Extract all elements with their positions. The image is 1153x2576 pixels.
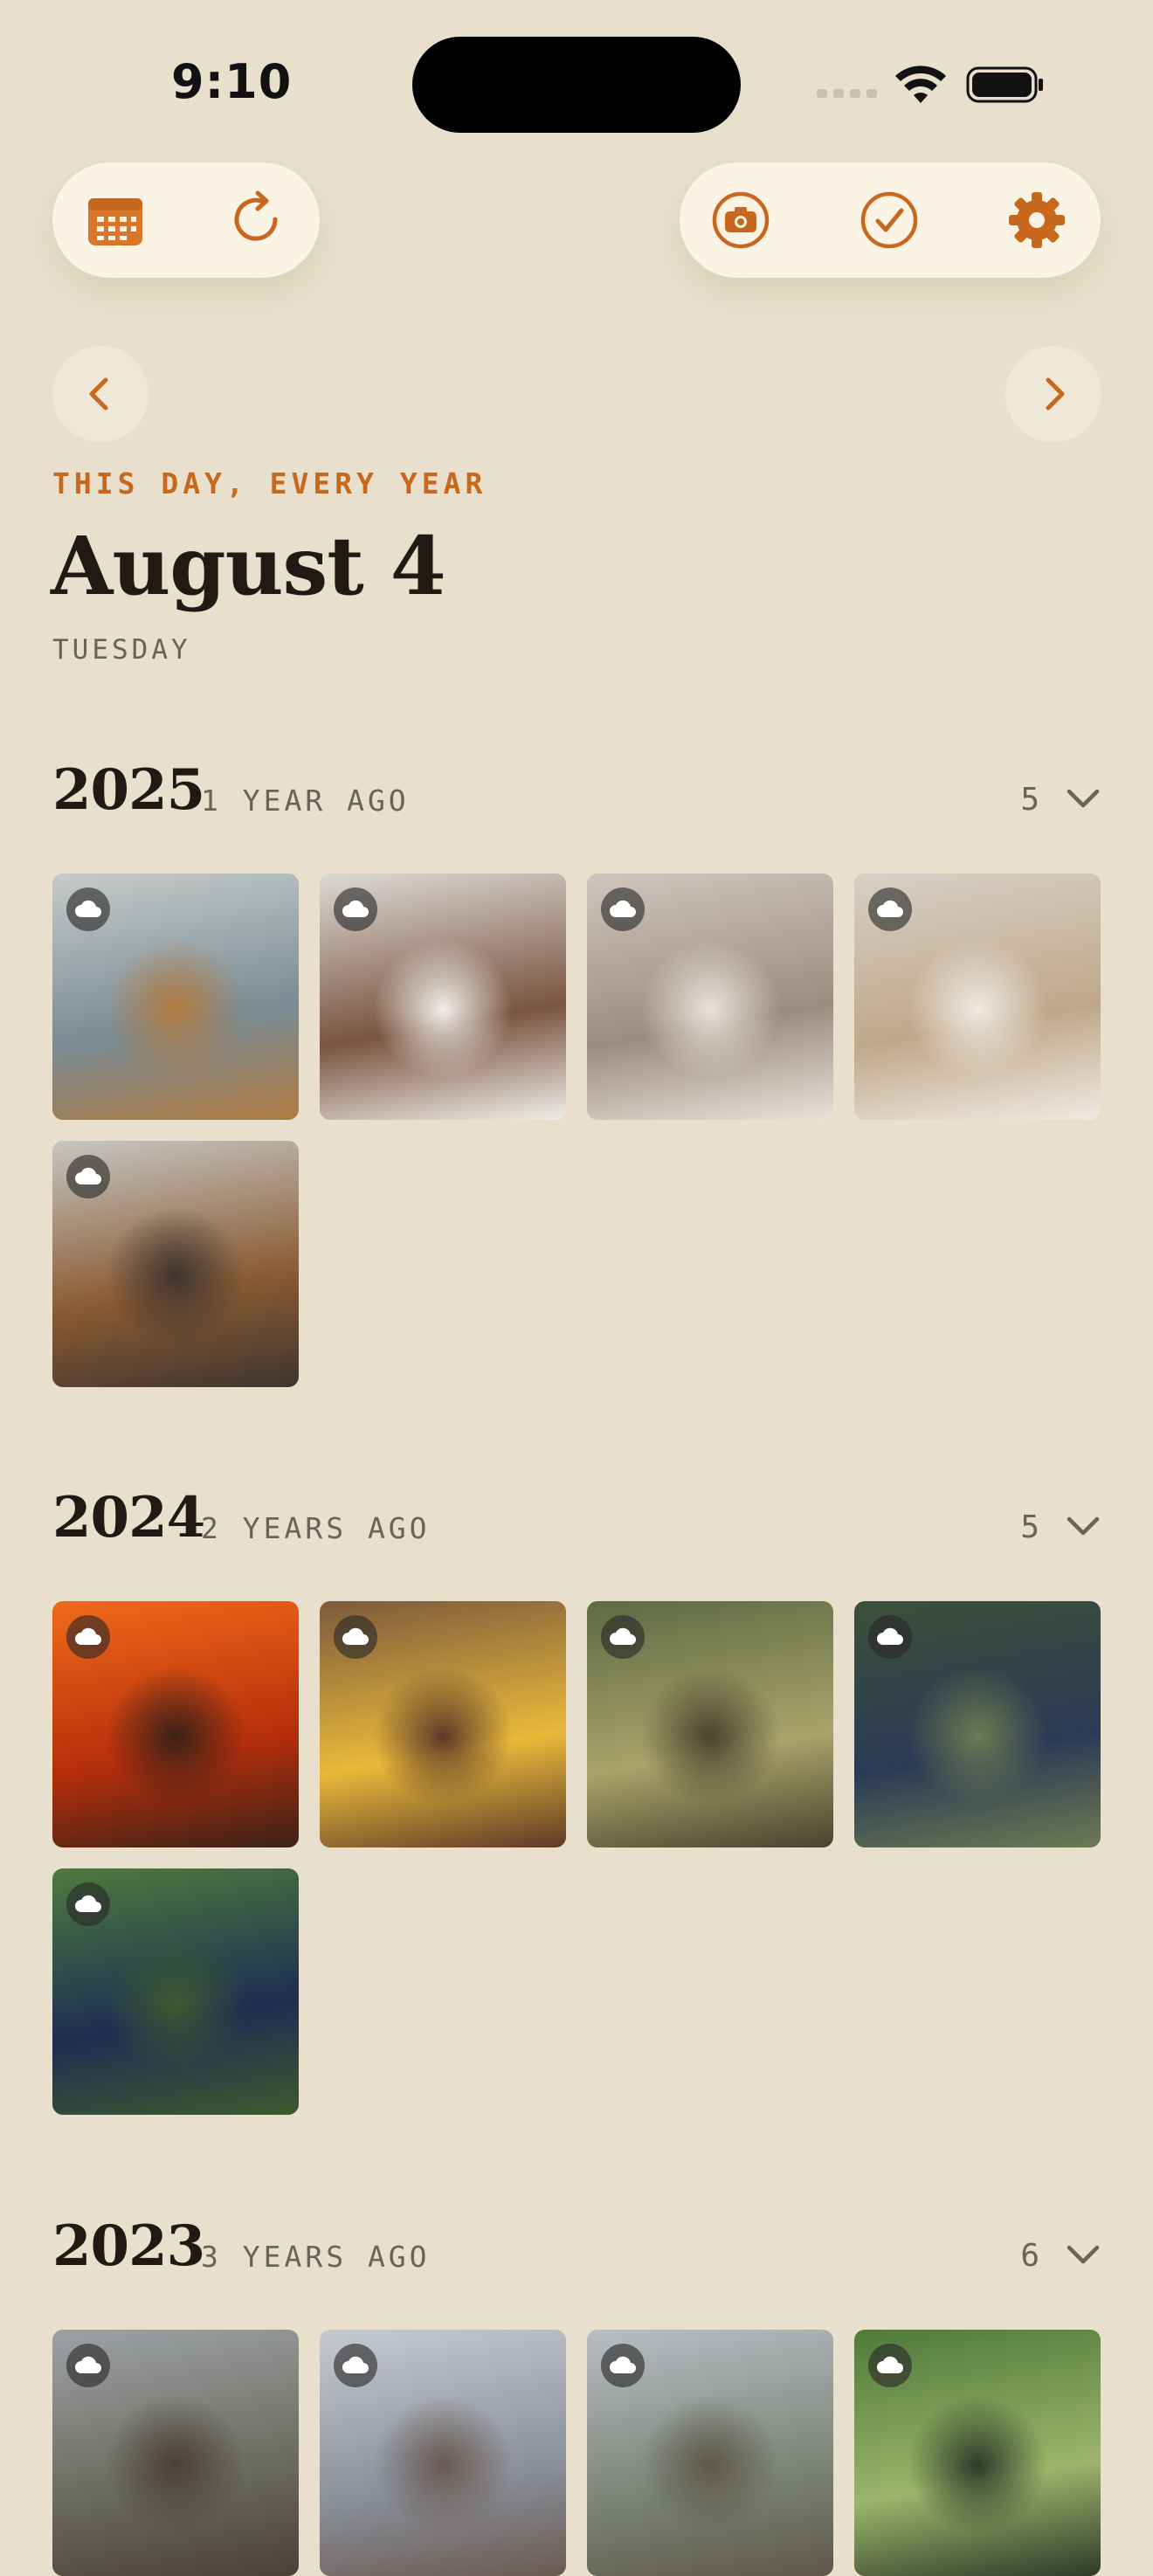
next-day-button[interactable] (1005, 346, 1101, 442)
cloud-icon (66, 1882, 110, 1926)
photo-thumbnail[interactable] (52, 874, 299, 1120)
camera-button[interactable] (709, 189, 772, 252)
photo-thumbnail[interactable] (320, 1601, 566, 1847)
cellular-signal-icon (817, 89, 877, 98)
dynamic-island (412, 37, 741, 133)
calendar-icon (88, 198, 142, 245)
section-eyebrow: THIS DAY, EVERY YEAR (52, 466, 487, 501)
year-ago-label: 3 YEARS AGO (201, 2240, 431, 2274)
photo-thumbnail[interactable] (52, 1868, 299, 2115)
toolbar-left-group (52, 162, 320, 278)
calendar-button[interactable] (84, 189, 147, 252)
cloud-icon (334, 887, 377, 931)
year-header-2024[interactable]: 2024 2 YEARS AGO 5 (52, 1485, 1101, 1557)
photo-thumbnail[interactable] (587, 2330, 833, 2576)
photo-count: 5 (1020, 782, 1039, 818)
cloud-icon (868, 2344, 912, 2387)
cloud-icon (868, 1615, 912, 1659)
year-ago-label: 2 YEARS AGO (201, 1511, 431, 1545)
year-number: 2023 (52, 2213, 205, 2279)
battery-icon (966, 66, 1043, 103)
wifi-icon (895, 66, 946, 103)
photo-thumbnail[interactable] (587, 874, 833, 1120)
settings-button[interactable] (1005, 189, 1068, 252)
weekday-label: TUESDAY (52, 634, 191, 666)
photo-thumbnail[interactable] (854, 1601, 1101, 1847)
photo-thumbnail[interactable] (587, 1601, 833, 1847)
status-time: 9:10 (171, 54, 293, 109)
checkmark-circle-icon (860, 191, 918, 249)
year-number: 2025 (52, 757, 205, 823)
previous-day-button[interactable] (52, 346, 148, 442)
cloud-icon (334, 1615, 377, 1659)
photo-thumbnail[interactable] (52, 1601, 299, 1847)
photo-thumbnail[interactable] (854, 874, 1101, 1120)
chevron-down-icon[interactable] (1066, 781, 1101, 816)
photo-count: 6 (1020, 2238, 1039, 2274)
year-header-2025[interactable]: 2025 1 YEAR AGO 5 (52, 757, 1101, 830)
refresh-icon (234, 190, 278, 241)
cloud-icon (66, 1155, 110, 1198)
checkmark-button[interactable] (858, 189, 921, 252)
chevron-right-icon (1046, 377, 1065, 411)
cloud-icon (66, 1615, 110, 1659)
gear-icon (1009, 192, 1065, 248)
page-title: August 4 (51, 519, 446, 613)
chevron-left-icon (89, 377, 108, 411)
photo-thumbnail[interactable] (854, 2330, 1101, 2576)
year-ago-label: 1 YEAR AGO (201, 784, 410, 818)
photo-count: 5 (1020, 1509, 1039, 1545)
cloud-icon (66, 887, 110, 931)
cloud-icon (334, 2344, 377, 2387)
cloud-icon (66, 2344, 110, 2387)
toolbar-right-group (680, 162, 1101, 278)
chevron-down-icon[interactable] (1066, 2237, 1101, 2272)
cloud-icon (601, 1615, 645, 1659)
chevron-down-icon[interactable] (1066, 1509, 1101, 1544)
year-number: 2024 (52, 1485, 205, 1550)
cloud-icon (868, 887, 912, 931)
camera-icon (712, 191, 770, 249)
year-header-2023[interactable]: 2023 3 YEARS AGO 6 (52, 2213, 1101, 2286)
photo-thumbnail[interactable] (320, 2330, 566, 2576)
photo-thumbnail[interactable] (52, 1141, 299, 1387)
photo-thumbnail[interactable] (52, 2330, 299, 2576)
cloud-icon (601, 887, 645, 931)
cloud-icon (601, 2344, 645, 2387)
photo-thumbnail[interactable] (320, 874, 566, 1120)
refresh-button[interactable] (225, 189, 288, 252)
